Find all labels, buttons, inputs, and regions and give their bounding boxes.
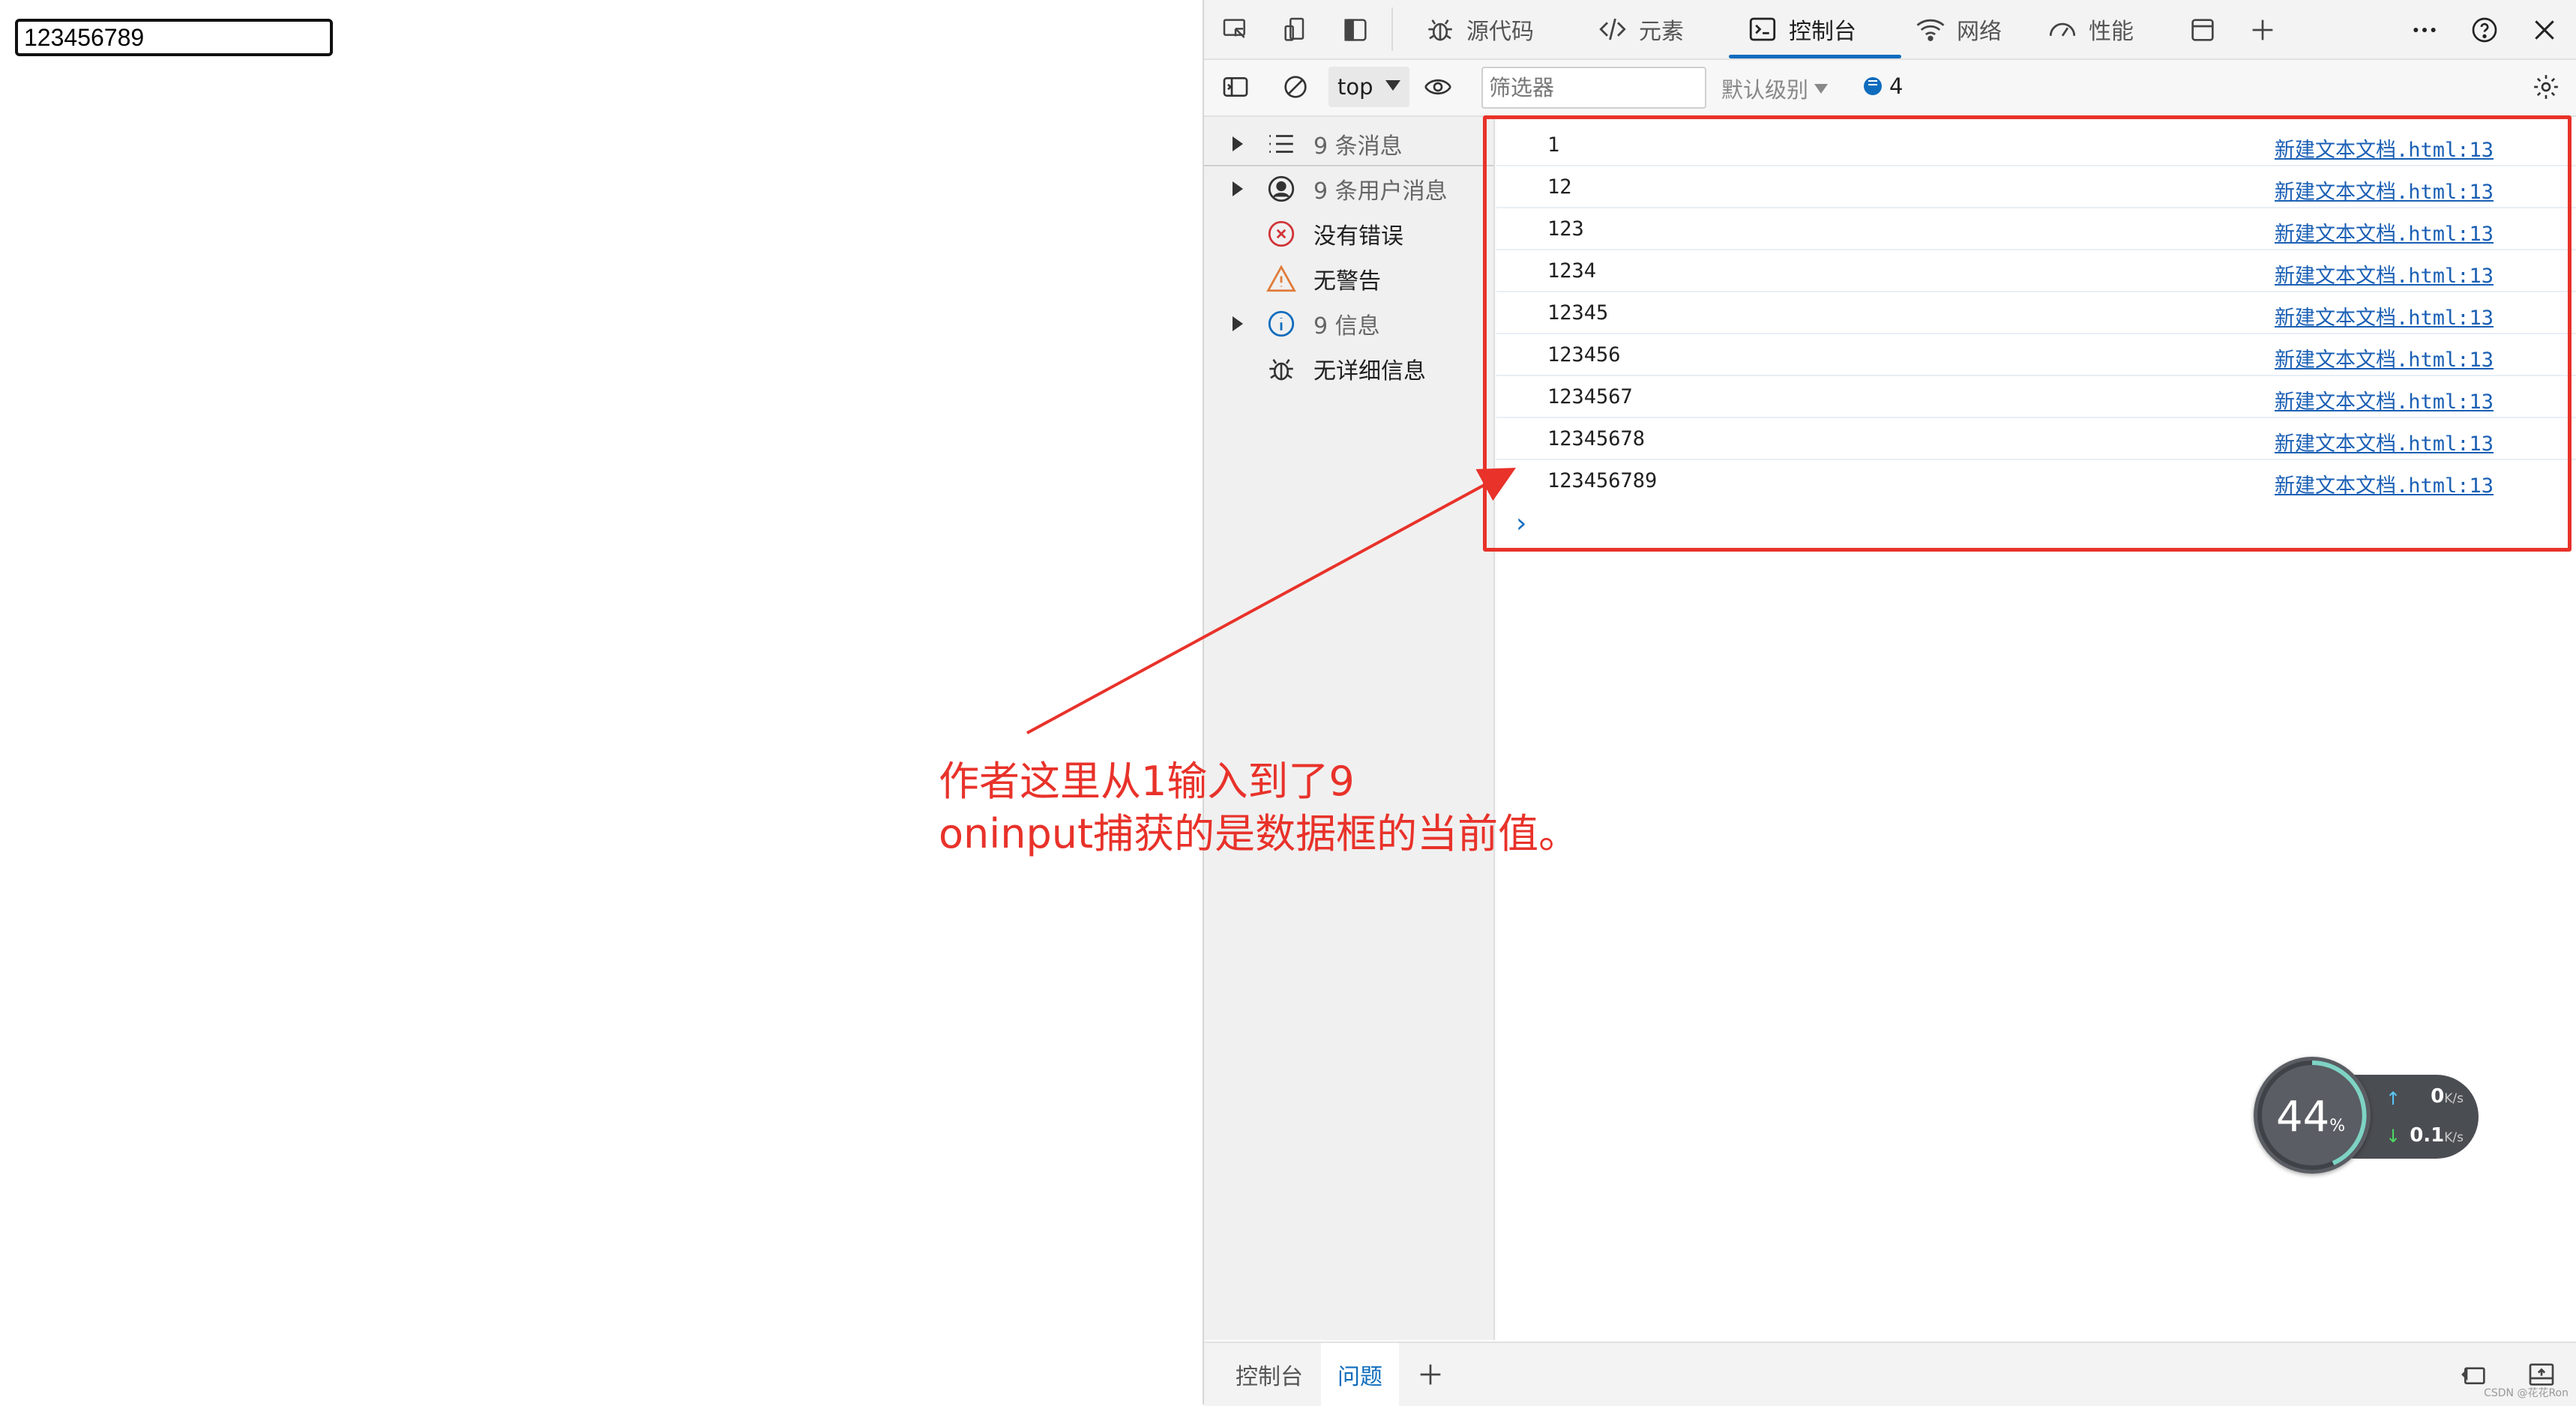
annotation-line-1: 作者这里从1输入到了9: [939, 758, 1355, 805]
network-speed-widget[interactable]: 44% ↑ ↓ 0K/s 0.1K/s: [2254, 1057, 2479, 1177]
tab-label: 性能: [2089, 19, 2134, 45]
bug-icon: [1428, 19, 1452, 41]
download-arrow-icon: ↓: [2386, 1126, 2401, 1147]
chevron-down-icon: [1385, 80, 1400, 91]
message-count: 4: [1889, 73, 1904, 99]
error-icon: [1266, 218, 1297, 250]
help-icon[interactable]: [2468, 13, 2501, 46]
sidebar-item-label: 9 条消息: [1313, 133, 1403, 160]
tab-label: 元素: [1639, 19, 1684, 45]
context-select[interactable]: top: [1328, 67, 1409, 107]
cpu-usage-circle: 44%: [2254, 1057, 2371, 1174]
page-viewport: [0, 0, 1200, 1405]
list-icon: [1266, 128, 1297, 160]
annotation-line-2: oninput捕获的是数据框的当前值。: [939, 810, 1580, 857]
drawer-tab-label: 控制台: [1236, 1364, 1303, 1390]
add-tool-icon[interactable]: [2246, 13, 2279, 46]
wifi-icon: [1916, 19, 1945, 41]
eye-icon[interactable]: [1421, 70, 1454, 103]
console-icon: [1749, 17, 1776, 41]
code-tag-icon: [1599, 18, 1626, 40]
log-level-select[interactable]: 默认级别: [1721, 73, 1829, 104]
sidebar-item-messages[interactable]: 9 条消息: [1204, 123, 1493, 165]
drawer-tab-label: 问题: [1337, 1364, 1382, 1390]
sidebar-item-warnings[interactable]: 无警告: [1204, 258, 1493, 300]
text-input[interactable]: [15, 19, 333, 56]
sidebar-item-user-messages[interactable]: 9 条用户消息: [1204, 168, 1493, 210]
message-icon: [1864, 77, 1882, 95]
expand-arrow-icon[interactable]: [1233, 181, 1243, 196]
drawer-tab-issues[interactable]: 问题: [1321, 1343, 1399, 1406]
settings-gear-icon[interactable]: [2530, 70, 2563, 103]
annotation-highlight-box: [1483, 115, 2572, 552]
app-panel-icon[interactable]: [2186, 13, 2219, 46]
tab-console[interactable]: 控制台: [1729, 0, 1901, 58]
device-emulation-icon[interactable]: [1279, 13, 1312, 46]
sidebar-item-label: 没有错误: [1313, 223, 1403, 250]
expand-arrow-icon[interactable]: [1233, 136, 1243, 151]
verbose-bug-icon: [1266, 353, 1297, 384]
chevron-down-icon: [1814, 83, 1829, 94]
inspect-element-icon[interactable]: [1219, 13, 1252, 46]
clear-console-icon[interactable]: [1279, 70, 1312, 103]
add-drawer-tab-icon[interactable]: [1414, 1358, 1447, 1391]
user-icon: [1266, 173, 1297, 205]
devtools-tab-bar: 源代码 元素 控制台 网络 性能: [1204, 0, 2576, 60]
log-level-label: 默认级别: [1721, 77, 1809, 103]
performance-icon: [2049, 22, 2076, 37]
close-icon[interactable]: [2528, 13, 2561, 46]
drawer-tab-console[interactable]: 控制台: [1219, 1343, 1319, 1406]
dock-side-icon[interactable]: [1339, 13, 1372, 46]
context-value: top: [1337, 74, 1373, 100]
tab-elements[interactable]: 元素: [1597, 0, 1684, 58]
tab-sources[interactable]: 源代码: [1424, 0, 1534, 58]
sidebar-item-info[interactable]: 9 信息: [1204, 303, 1493, 345]
sidebar-item-errors[interactable]: 没有错误: [1204, 213, 1493, 255]
expand-arrow-icon[interactable]: [1233, 316, 1243, 331]
sidebar-toggle-icon[interactable]: [1219, 70, 1252, 103]
more-options-icon[interactable]: [2408, 13, 2441, 46]
filter-input[interactable]: [1481, 67, 1706, 109]
tab-label: 网络: [1957, 19, 2002, 45]
warning-icon: [1266, 263, 1297, 295]
tab-network[interactable]: 网络: [1915, 0, 2002, 58]
tab-label: 控制台: [1789, 19, 1856, 45]
cpu-percent: 44%: [2276, 1093, 2346, 1141]
sidebar-item-label: 无警告: [1313, 268, 1381, 295]
sidebar-item-label: 9 条用户消息: [1313, 178, 1448, 205]
tab-performance[interactable]: 性能: [2047, 0, 2134, 58]
download-speed: 0.1K/s: [2410, 1124, 2464, 1147]
tab-label: 源代码: [1466, 19, 1534, 45]
info-icon: [1266, 308, 1297, 340]
console-toolbar: top 默认级别 4: [1204, 60, 2576, 117]
watermark: CSDN @花花Ron: [2484, 1387, 2569, 1399]
upload-speed: 0K/s: [2431, 1085, 2464, 1108]
sidebar-item-label: 9 信息: [1313, 313, 1380, 340]
message-count-badge[interactable]: 4: [1864, 73, 1903, 99]
upload-arrow-icon: ↑: [2386, 1088, 2401, 1109]
console-sidebar: 9 条消息 9 条用户消息 没有错误 无警告 9 信息 无详细信息: [1204, 117, 1495, 1340]
sidebar-item-verbose[interactable]: 无详细信息: [1204, 348, 1493, 390]
drawer-tab-bar: 控制台 问题: [1204, 1342, 2576, 1406]
sidebar-item-label: 无详细信息: [1313, 358, 1426, 384]
